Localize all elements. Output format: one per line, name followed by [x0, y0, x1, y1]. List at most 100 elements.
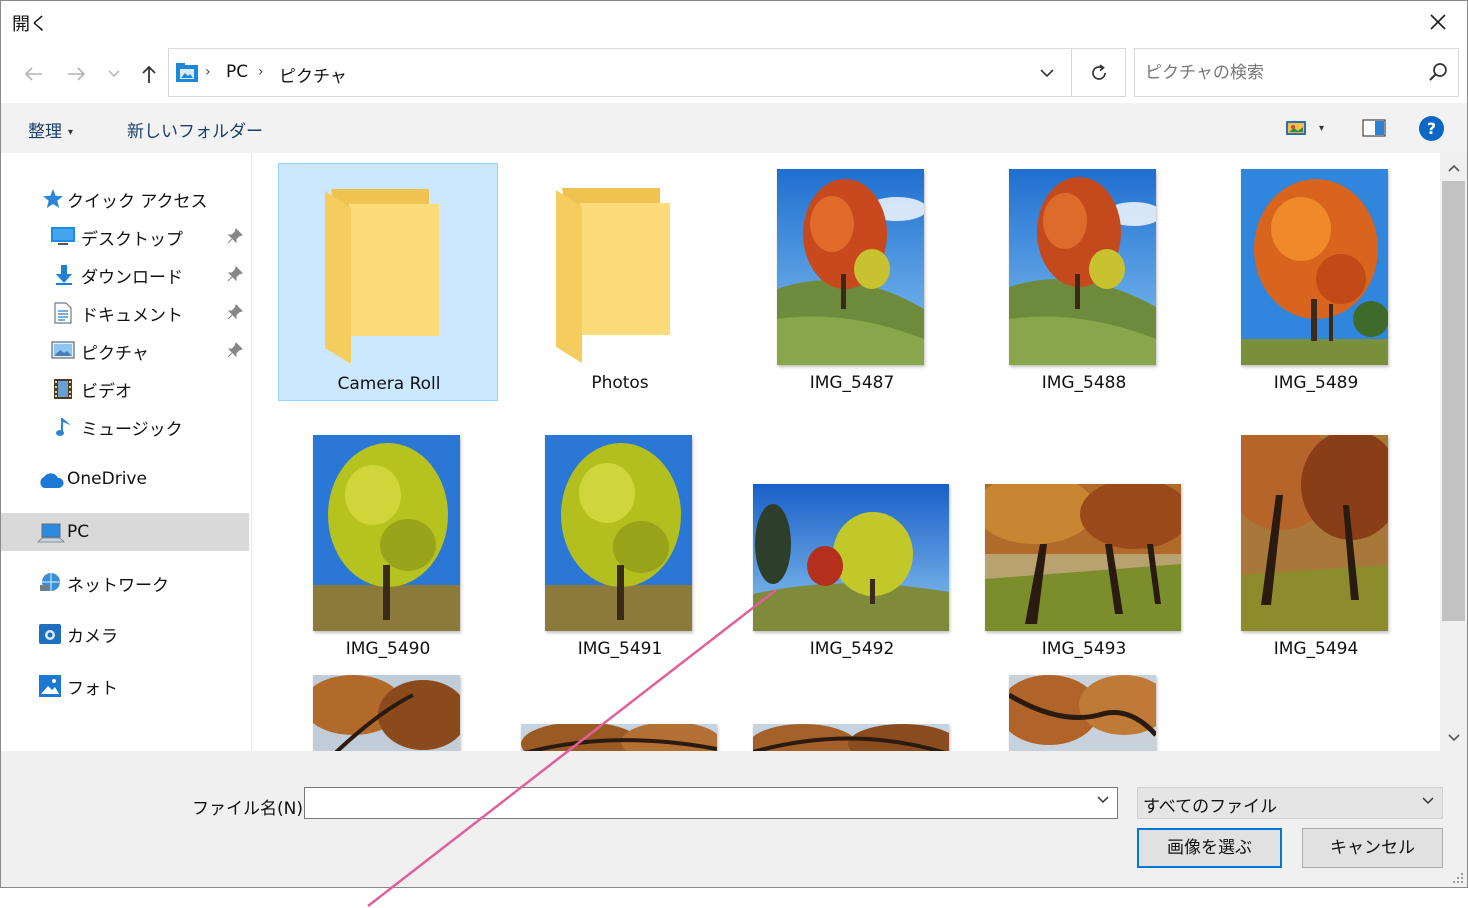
- pictures-folder-icon: [176, 63, 198, 82]
- chevron-down-icon: [1040, 68, 1054, 77]
- sidebar-item-videos[interactable]: ビデオ: [1, 370, 249, 406]
- sidebar-item-photos[interactable]: フォト: [1, 667, 249, 703]
- file-name: IMG_5487: [809, 373, 895, 393]
- file-name: IMG_5492: [809, 639, 895, 659]
- close-button[interactable]: [1419, 4, 1457, 40]
- preview-pane-icon: [1362, 119, 1386, 137]
- chevron-down-icon[interactable]: [1097, 796, 1109, 804]
- sidebar-item-camera[interactable]: カメラ: [1, 615, 249, 651]
- video-icon: [54, 379, 72, 399]
- filename-combobox[interactable]: [304, 787, 1118, 819]
- resize-grip-icon[interactable]: [1451, 871, 1463, 883]
- filetype-value: すべてのファイル: [1143, 797, 1278, 817]
- image-thumbnail[interactable]: [753, 724, 949, 751]
- refresh-button[interactable]: [1072, 48, 1126, 97]
- address-bar[interactable]: › PC › ピクチャ: [168, 48, 1072, 97]
- sidebar-item-network[interactable]: ネットワーク: [1, 564, 249, 600]
- image-thumbnail: [313, 435, 460, 631]
- image-thumbnail: [545, 435, 692, 631]
- folder-icon: [325, 189, 439, 364]
- sidebar-item-pictures[interactable]: ピクチャ: [1, 332, 249, 368]
- download-icon: [56, 265, 72, 285]
- file-name: Photos: [591, 373, 649, 393]
- folder-icon: [556, 188, 670, 363]
- sidebar-item-quick-access[interactable]: クイック アクセス: [1, 180, 249, 216]
- breadcrumb-separator: ›: [258, 64, 264, 80]
- open-button[interactable]: 画像を選ぶ: [1137, 828, 1282, 868]
- chevron-down-icon: [1422, 797, 1434, 805]
- sidebar-item-desktop[interactable]: デスクトップ: [1, 218, 249, 254]
- image-tile[interactable]: IMG_5488: [974, 163, 1194, 401]
- change-view-button[interactable]: [1285, 115, 1307, 141]
- view-thumbnails-icon: [1286, 121, 1306, 135]
- scrollbar-thumb[interactable]: [1442, 181, 1465, 621]
- sidebar-item-documents[interactable]: ドキュメント: [1, 294, 249, 330]
- search-icon: [1429, 63, 1447, 81]
- window-title: 開く: [12, 14, 48, 35]
- search-input[interactable]: [1143, 59, 1417, 87]
- file-name: IMG_5490: [345, 639, 431, 659]
- pin-icon: [227, 228, 243, 244]
- sidebar-item-label: ビデオ: [81, 382, 132, 402]
- sidebar-item-label: ピクチャ: [81, 344, 149, 364]
- sidebar-item-onedrive[interactable]: OneDrive: [1, 462, 249, 498]
- scroll-down-button[interactable]: [1447, 731, 1461, 745]
- file-name: IMG_5491: [577, 639, 663, 659]
- caret-down-icon: ▾: [68, 126, 74, 138]
- sidebar-item-music[interactable]: ミュージック: [1, 408, 249, 444]
- image-thumbnail[interactable]: [521, 724, 717, 751]
- image-tile[interactable]: IMG_5493: [974, 429, 1194, 667]
- image-thumbnail[interactable]: [313, 675, 460, 751]
- vertical-scrollbar[interactable]: [1440, 153, 1467, 751]
- recent-locations-button[interactable]: [103, 61, 125, 87]
- preview-pane-button[interactable]: [1362, 115, 1386, 141]
- forward-button[interactable]: [63, 61, 91, 87]
- up-button[interactable]: [135, 61, 163, 87]
- image-thumbnail[interactable]: [1009, 675, 1156, 751]
- photos-icon: [39, 675, 61, 697]
- breadcrumb-pc[interactable]: PC: [226, 62, 248, 82]
- back-button[interactable]: [19, 61, 47, 87]
- sidebar-item-label: ミュージック: [81, 420, 183, 440]
- desktop-icon: [51, 227, 75, 245]
- organize-menu[interactable]: 整理 ▾: [28, 117, 73, 142]
- sidebar-item-pc[interactable]: PC: [1, 513, 249, 551]
- view-options-dropdown[interactable]: ▾: [1319, 115, 1324, 141]
- cancel-button[interactable]: キャンセル: [1302, 828, 1443, 868]
- folder-tile-photos[interactable]: Photos: [510, 163, 730, 401]
- image-tile[interactable]: IMG_5487: [742, 163, 962, 401]
- image-thumbnail: [1241, 169, 1388, 365]
- filename-input[interactable]: [311, 792, 1085, 816]
- breadcrumb-pictures[interactable]: ピクチャ: [279, 62, 347, 87]
- sidebar-item-label: ダウンロード: [81, 268, 183, 288]
- search-box[interactable]: [1134, 48, 1459, 97]
- image-tile[interactable]: IMG_5494: [1206, 429, 1426, 667]
- folder-tile-camera-roll[interactable]: Camera Roll: [278, 163, 498, 401]
- sidebar-item-downloads[interactable]: ダウンロード: [1, 256, 249, 292]
- scroll-up-button[interactable]: [1447, 161, 1461, 175]
- filetype-select[interactable]: すべてのファイル: [1137, 787, 1443, 819]
- sidebar-item-label: フォト: [67, 679, 118, 699]
- pictures-icon: [51, 341, 75, 359]
- arrow-up-icon: [142, 65, 156, 83]
- music-icon: [56, 418, 71, 436]
- new-folder-button[interactable]: 新しいフォルダー: [127, 117, 263, 142]
- dialog-footer: ファイル名(N): すべてのファイル 画像を選ぶ キャンセル: [1, 751, 1467, 887]
- help-button[interactable]: ?: [1419, 116, 1444, 141]
- file-name: IMG_5494: [1273, 639, 1359, 659]
- arrow-left-icon: [24, 67, 42, 81]
- image-tile[interactable]: IMG_5489: [1206, 163, 1426, 401]
- title-bar: 開く: [1, 1, 1467, 45]
- image-tile[interactable]: IMG_5491: [510, 429, 730, 667]
- image-tile[interactable]: IMG_5492: [742, 429, 962, 667]
- camera-icon: [39, 624, 61, 644]
- file-name: Camera Roll: [337, 374, 441, 394]
- document-icon: [54, 302, 72, 324]
- image-tile[interactable]: IMG_5490: [278, 429, 498, 667]
- sidebar-item-label: ドキュメント: [81, 306, 183, 326]
- address-dropdown[interactable]: [1035, 61, 1059, 85]
- chevron-up-icon: [1448, 164, 1460, 172]
- pc-icon: [37, 523, 65, 543]
- image-thumbnail: [985, 484, 1181, 631]
- file-name: IMG_5488: [1041, 373, 1127, 393]
